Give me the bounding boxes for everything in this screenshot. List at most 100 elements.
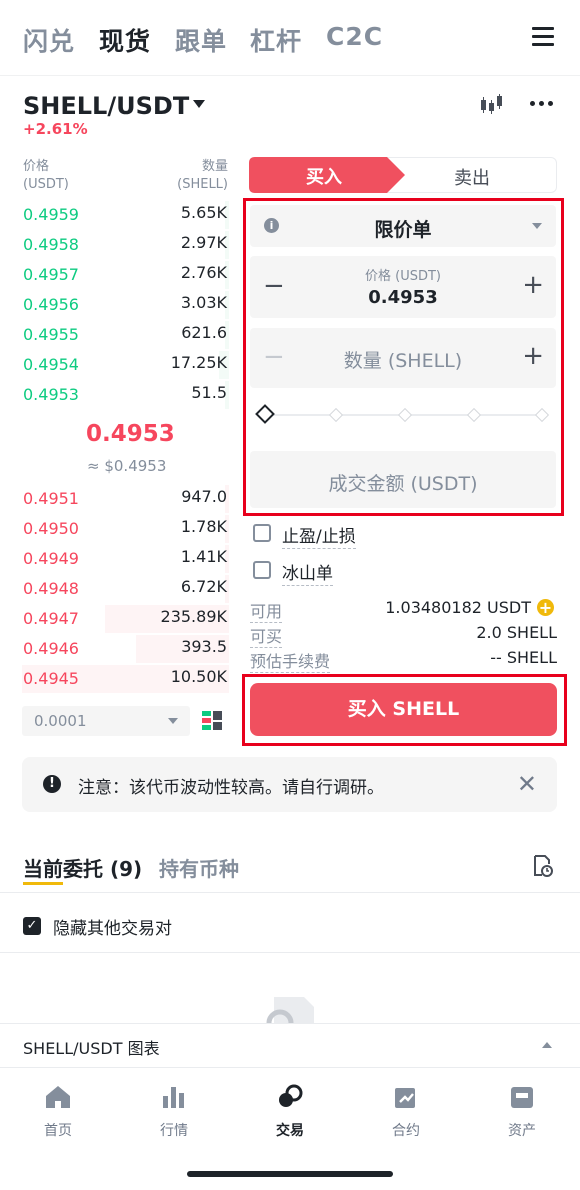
futures-icon [395, 1088, 415, 1108]
bid-quantity: 51.5 [191, 383, 227, 402]
ask-row[interactable]: 0.4950 1.78K [22, 514, 229, 544]
bid-row[interactable]: 0.4953 51.5 [22, 380, 229, 410]
quantity-increase-button[interactable]: + [522, 341, 544, 371]
tab-spot[interactable]: 现货 [99, 22, 151, 58]
slider-step-50[interactable] [397, 407, 413, 423]
divider [0, 892, 580, 893]
order-history-icon[interactable] [533, 855, 553, 877]
bid-price: 0.4959 [23, 205, 79, 224]
warning-icon: ! [43, 775, 61, 793]
chevron-down-icon [168, 718, 178, 724]
chevron-up-icon[interactable] [542, 1042, 552, 1048]
ask-price: 0.4949 [23, 549, 79, 568]
available-label: 可用 [250, 598, 283, 623]
nav-home-label: 首页 [44, 1123, 72, 1139]
ask-price: 0.4946 [23, 639, 79, 658]
order-type-label: 限价单 [374, 219, 432, 241]
tp-sl-checkbox[interactable] [253, 524, 271, 542]
pair-dropdown-caret-icon[interactable] [193, 100, 205, 108]
ask-row[interactable]: 0.4949 1.41K [22, 544, 229, 574]
bid-price: 0.4953 [23, 385, 79, 404]
nav-home[interactable]: 首页 [0, 1068, 116, 1148]
bid-price: 0.4958 [23, 235, 79, 254]
candlestick-chart-icon[interactable] [478, 94, 504, 114]
bid-row[interactable]: 0.4955 621.6 [22, 320, 229, 350]
ask-quantity: 1.78K [180, 517, 227, 536]
price-increase-button[interactable]: + [522, 270, 544, 300]
price-field[interactable]: − 价格 (USDT) 0.4953 + [250, 256, 556, 318]
risk-notice-text: 注意：该代币波动性较高。请自行调研。 [78, 778, 384, 798]
ask-quantity: 6.72K [180, 577, 227, 596]
iceberg-checkbox[interactable] [253, 561, 271, 579]
orderbook-qty-header: 数量 (SHELL) [177, 159, 228, 192]
nav-markets[interactable]: 行情 [116, 1068, 232, 1148]
price-change-percent: +2.61% [23, 120, 88, 138]
nav-assets[interactable]: 资产 [464, 1068, 580, 1148]
buy-sell-toggle: 买入 卖出 [249, 157, 557, 193]
ask-quantity: 393.5 [181, 637, 227, 656]
ask-row[interactable]: 0.4945 10.50K [22, 664, 229, 694]
ask-row[interactable]: 0.4948 6.72K [22, 574, 229, 604]
total-field[interactable]: 成交金额 (USDT) [250, 451, 556, 508]
price-field-label: 价格 (USDT) [365, 269, 441, 284]
last-price-usd: ≈ $0.4953 [87, 457, 167, 475]
risk-notice: ! 注意：该代币波动性较高。请自行调研。 ✕ [22, 757, 557, 812]
bid-quantity: 5.65K [180, 203, 227, 222]
nav-futures[interactable]: 合约 [348, 1068, 464, 1148]
nav-assets-label: 资产 [508, 1123, 536, 1139]
add-funds-icon[interactable]: + [537, 599, 554, 616]
sell-tab-label: 卖出 [454, 168, 490, 189]
close-icon[interactable]: ✕ [517, 770, 537, 798]
ask-price: 0.4945 [23, 669, 79, 688]
divider [0, 952, 580, 953]
amount-slider[interactable] [255, 404, 550, 426]
bid-row[interactable]: 0.4958 2.97K [22, 230, 229, 260]
quantity-placeholder: 数量 (SHELL) [343, 350, 463, 372]
can-buy-row: 可买 2.0 SHELL [250, 623, 557, 648]
more-options-icon[interactable] [530, 101, 554, 107]
chevron-down-icon [532, 223, 542, 229]
tab-c2c[interactable]: C2C [326, 22, 383, 51]
bid-row[interactable]: 0.4956 3.03K [22, 290, 229, 320]
precision-value: 0.0001 [34, 712, 87, 730]
precision-select[interactable]: 0.0001 [22, 706, 190, 736]
tab-convert[interactable]: 闪兑 [23, 22, 75, 58]
pair-title[interactable]: SHELL/USDT [23, 92, 189, 120]
bid-row[interactable]: 0.4954 17.25K [22, 350, 229, 380]
order-type-select[interactable]: i 限价单 [250, 205, 556, 247]
available-row: 可用 1.03480182 USDT [250, 598, 557, 623]
hamburger-menu-icon[interactable] [532, 27, 554, 47]
bid-quantity: 621.6 [181, 323, 227, 342]
bid-price: 0.4954 [23, 355, 79, 374]
chart-bar-label: SHELL/USDT 图表 [23, 1039, 160, 1058]
hide-other-pairs-checkbox[interactable]: ✓ [23, 917, 41, 935]
tp-sl-label[interactable]: 止盈/止损 [282, 522, 356, 549]
slider-handle[interactable] [255, 404, 275, 424]
slider-step-25[interactable] [328, 407, 344, 423]
top-nav: 闪兑 现货 跟单 杠杆 C2C [0, 0, 580, 76]
hide-other-pairs-label[interactable]: 隐藏其他交易对 [53, 914, 172, 939]
tab-holdings[interactable]: 持有币种 [159, 853, 239, 882]
bid-quantity: 2.97K [180, 233, 227, 252]
quantity-field[interactable]: − 数量 (SHELL) + [250, 328, 556, 388]
ask-row[interactable]: 0.4946 393.5 [22, 634, 229, 664]
bid-quantity: 3.03K [180, 293, 227, 312]
fee-value: -- SHELL [490, 648, 557, 667]
tab-copy-trading[interactable]: 跟单 [175, 22, 227, 58]
ask-row[interactable]: 0.4947 235.89K [22, 604, 229, 634]
nav-trade[interactable]: 交易 [232, 1068, 348, 1148]
orderbook-layout-icon[interactable] [202, 711, 222, 731]
tab-margin[interactable]: 杠杆 [250, 22, 302, 58]
ask-quantity: 1.41K [180, 547, 227, 566]
price-field-value[interactable]: 0.4953 [250, 287, 556, 308]
tab-open-orders[interactable]: 当前委托 (9) [23, 853, 142, 882]
can-buy-label: 可买 [250, 623, 283, 648]
slider-step-75[interactable] [466, 407, 482, 423]
bid-row[interactable]: 0.4957 2.76K [22, 260, 229, 290]
iceberg-label[interactable]: 冰山单 [282, 559, 333, 586]
buy-shell-button[interactable]: 买入 SHELL [250, 683, 557, 736]
ask-quantity: 947.0 [181, 487, 227, 506]
chart-expand-bar[interactable]: SHELL/USDT 图表 [0, 1023, 580, 1067]
bid-row[interactable]: 0.4959 5.65K [22, 200, 229, 230]
ask-row[interactable]: 0.4951 947.0 [22, 484, 229, 514]
